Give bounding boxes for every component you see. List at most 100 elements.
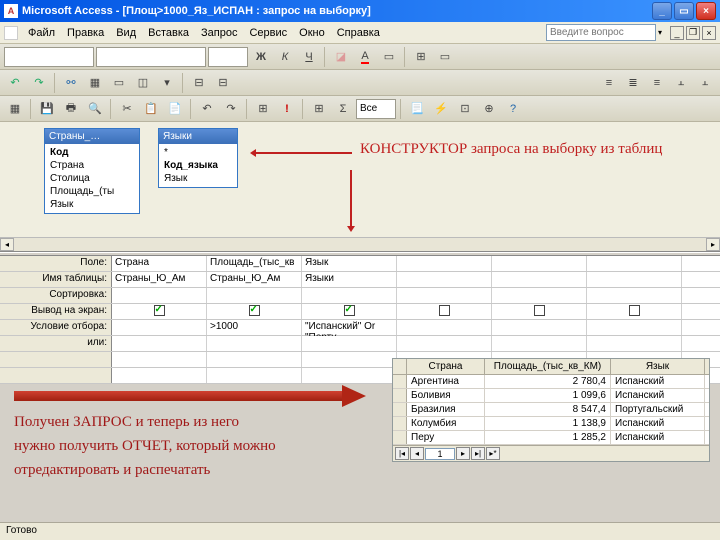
result-cell[interactable]: Испанский bbox=[611, 375, 705, 388]
table-header[interactable]: Языки bbox=[159, 129, 237, 144]
special-effect-button[interactable]: ▭ bbox=[434, 46, 456, 68]
field-item[interactable]: Площадь_(ты bbox=[47, 185, 137, 198]
result-row[interactable]: Боливия1 099,6Испанский bbox=[393, 389, 709, 403]
table-box-countries[interactable]: Страны_… Код Страна Столица Площадь_(ты … bbox=[44, 128, 140, 214]
qbe-table-cell[interactable] bbox=[492, 272, 587, 287]
dropdown-button[interactable]: ▾ bbox=[156, 72, 178, 94]
result-cell[interactable]: Аргентина bbox=[407, 375, 485, 388]
field-item[interactable]: Язык bbox=[47, 198, 137, 211]
qbe-sort-cell[interactable] bbox=[587, 288, 682, 303]
print-button[interactable]: 🖶 bbox=[60, 98, 82, 120]
qbe-criteria-cell[interactable] bbox=[587, 320, 682, 335]
qbe-table-cell[interactable]: Страны_Ю_Ам bbox=[207, 272, 302, 287]
qbe-criteria-cell[interactable] bbox=[112, 320, 207, 335]
qbe-show-cell[interactable] bbox=[492, 304, 587, 319]
field-item[interactable]: Язык bbox=[161, 172, 235, 185]
linecolor-button[interactable]: ▭ bbox=[378, 46, 400, 68]
qbe-field-cell[interactable]: Площадь_(тыс_кв bbox=[207, 256, 302, 271]
showtable-button[interactable]: ⊞ bbox=[308, 98, 330, 120]
row-selector[interactable] bbox=[393, 403, 407, 416]
table-button[interactable]: ▦ bbox=[84, 72, 106, 94]
result-column-header[interactable]: Язык bbox=[611, 359, 705, 374]
fontsize-combo[interactable] bbox=[208, 47, 248, 67]
nav-first-button[interactable]: |◂ bbox=[395, 447, 409, 460]
bold-button[interactable]: Ж bbox=[250, 46, 272, 68]
result-cell[interactable]: 1 285,2 bbox=[485, 431, 611, 444]
field-item[interactable]: Код bbox=[47, 146, 137, 159]
align-center-button[interactable]: ≣ bbox=[622, 72, 644, 94]
table-box-languages[interactable]: Языки * Код_языка Язык bbox=[158, 128, 238, 188]
row-selector[interactable] bbox=[393, 431, 407, 444]
qbe-field-cell[interactable] bbox=[587, 256, 682, 271]
qbe-table-cell[interactable] bbox=[397, 272, 492, 287]
qbe-table-cell[interactable]: Языки bbox=[302, 272, 397, 287]
deleterows-button[interactable]: ⊟ bbox=[212, 72, 234, 94]
qbe-show-cell[interactable] bbox=[302, 304, 397, 319]
table-header[interactable]: Страны_… bbox=[45, 129, 139, 144]
preview-button[interactable]: 🔍 bbox=[84, 98, 106, 120]
result-cell[interactable]: Португальский bbox=[611, 403, 705, 416]
field-item[interactable]: Код_языка bbox=[161, 159, 235, 172]
align-right-button[interactable]: ≡ bbox=[646, 72, 668, 94]
nav-prev-button[interactable]: ◂ bbox=[410, 447, 424, 460]
close-button[interactable]: × bbox=[696, 2, 716, 20]
build-button[interactable]: ⚡ bbox=[430, 98, 452, 120]
view-button[interactable]: ▦ bbox=[4, 98, 26, 120]
qbe-show-cell[interactable] bbox=[587, 304, 682, 319]
scroll-right-button[interactable]: ▸ bbox=[706, 238, 720, 251]
qbe-criteria-cell[interactable]: >1000 bbox=[207, 320, 302, 335]
copy-button[interactable]: 📋 bbox=[140, 98, 162, 120]
menu-query[interactable]: Запрос bbox=[195, 25, 243, 41]
qbe-show-cell[interactable] bbox=[112, 304, 207, 319]
run-button[interactable]: ! bbox=[276, 98, 298, 120]
field-item[interactable]: Столица bbox=[47, 172, 137, 185]
control-button[interactable]: ◫ bbox=[132, 72, 154, 94]
help-dropdown-icon[interactable]: ▾ bbox=[658, 28, 662, 37]
result-cell[interactable]: Испанский bbox=[611, 431, 705, 444]
qbe-or-cell[interactable] bbox=[397, 336, 492, 351]
qbe-field-cell[interactable]: Язык bbox=[302, 256, 397, 271]
qbe-criteria-cell[interactable] bbox=[492, 320, 587, 335]
align-top-button[interactable]: ⫠ bbox=[670, 72, 692, 94]
qbe-sort-cell[interactable] bbox=[112, 288, 207, 303]
nav-record-input[interactable] bbox=[425, 448, 455, 460]
qbe-sort-cell[interactable] bbox=[492, 288, 587, 303]
qbe-field-cell[interactable]: Страна bbox=[112, 256, 207, 271]
mdi-close-button[interactable]: × bbox=[702, 26, 716, 40]
cut-button[interactable]: ✂ bbox=[116, 98, 138, 120]
checkbox-icon[interactable] bbox=[534, 305, 545, 316]
qbe-or-cell[interactable] bbox=[112, 336, 207, 351]
querytype-button[interactable]: ⊞ bbox=[252, 98, 274, 120]
insertrows-button[interactable]: ⊟ bbox=[188, 72, 210, 94]
menu-view[interactable]: Вид bbox=[110, 25, 142, 41]
nav-next-button[interactable]: ▸ bbox=[456, 447, 470, 460]
result-cell[interactable]: 8 547,4 bbox=[485, 403, 611, 416]
result-cell[interactable]: Перу bbox=[407, 431, 485, 444]
row-selector[interactable] bbox=[393, 417, 407, 430]
italic-button[interactable]: К bbox=[274, 46, 296, 68]
scroll-left-button[interactable]: ◂ bbox=[0, 238, 14, 251]
design-scrollbar[interactable]: ◂ ▸ bbox=[0, 237, 720, 251]
menu-file[interactable]: Файл bbox=[22, 25, 61, 41]
checkbox-icon[interactable] bbox=[249, 305, 260, 316]
minimize-button[interactable]: _ bbox=[652, 2, 672, 20]
redo-button[interactable]: ↷ bbox=[28, 72, 50, 94]
result-row[interactable]: Аргентина2 780,4Испанский bbox=[393, 375, 709, 389]
qbe-show-cell[interactable] bbox=[397, 304, 492, 319]
qbe-or-cell[interactable] bbox=[492, 336, 587, 351]
redo2-button[interactable]: ↷ bbox=[220, 98, 242, 120]
menu-window[interactable]: Окно bbox=[293, 25, 331, 41]
qbe-criteria-cell[interactable]: "Испанский" Or "Порту bbox=[302, 320, 397, 335]
align-bottom-button[interactable]: ⫠ bbox=[694, 72, 716, 94]
row-selector[interactable] bbox=[393, 389, 407, 402]
qbe-table-cell[interactable] bbox=[587, 272, 682, 287]
result-cell[interactable]: Испанский bbox=[611, 389, 705, 402]
nav-last-button[interactable]: ▸| bbox=[471, 447, 485, 460]
rectangle-button[interactable]: ▭ bbox=[108, 72, 130, 94]
result-cell[interactable]: Бразилия bbox=[407, 403, 485, 416]
maximize-button[interactable]: ▭ bbox=[674, 2, 694, 20]
fillcolor-button[interactable]: ◪ bbox=[330, 46, 352, 68]
result-column-header[interactable]: Страна bbox=[407, 359, 485, 374]
checkbox-icon[interactable] bbox=[154, 305, 165, 316]
paste-button[interactable]: 📄 bbox=[164, 98, 186, 120]
